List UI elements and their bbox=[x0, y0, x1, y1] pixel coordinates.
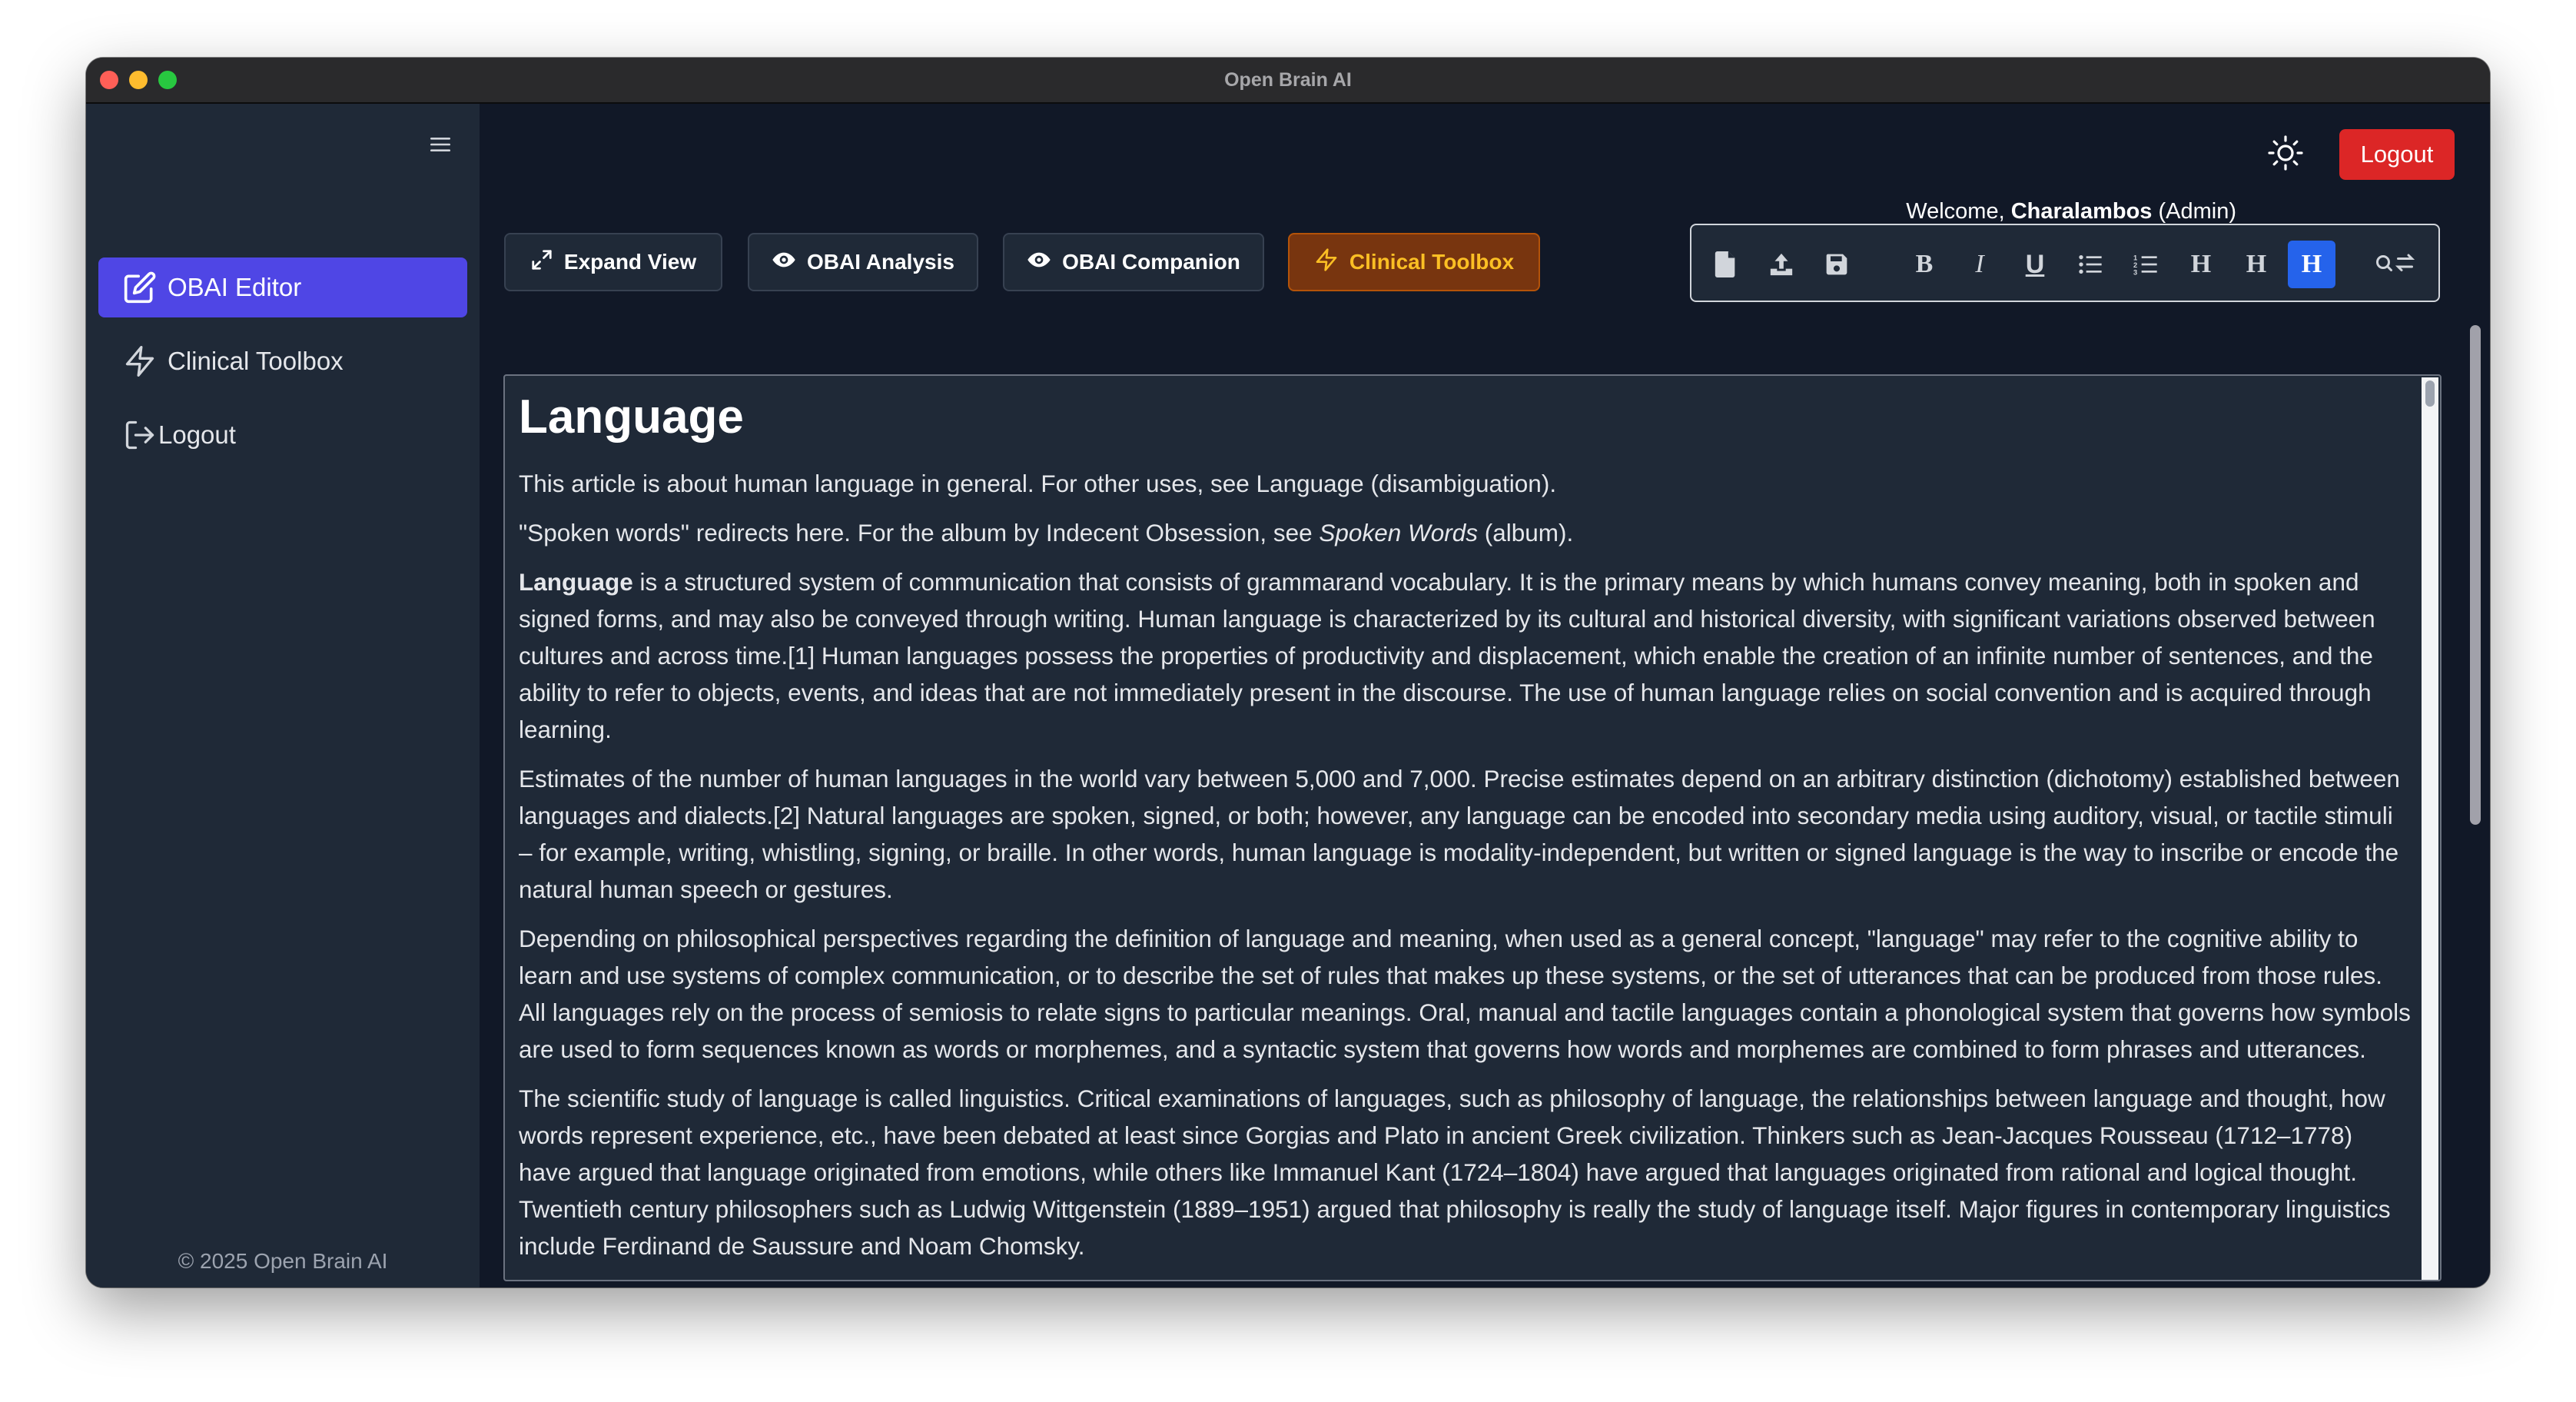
italic-icon[interactable]: I bbox=[1956, 241, 2003, 288]
paragraph: Depending on philosophical perspectives … bbox=[519, 925, 2411, 1063]
user-role: (Admin) bbox=[2152, 199, 2236, 224]
page-scrollbar-thumb[interactable] bbox=[2470, 325, 2481, 825]
app-window: Open Brain AI OBAI Editor Clinical Toolb… bbox=[86, 58, 2490, 1287]
edit-icon bbox=[121, 269, 158, 306]
heading-1-icon[interactable]: H bbox=[2177, 241, 2225, 288]
bullet-list-icon[interactable] bbox=[2066, 241, 2114, 288]
new-document-icon[interactable] bbox=[1702, 241, 1750, 288]
underline-icon[interactable]: U bbox=[2011, 241, 2059, 288]
eye-icon bbox=[772, 248, 796, 277]
heading-2-icon[interactable]: H bbox=[2232, 241, 2280, 288]
menu-toggle-icon[interactable] bbox=[429, 133, 452, 156]
paragraph: Language is a structured system of commu… bbox=[519, 563, 2411, 748]
logout-icon bbox=[121, 417, 158, 453]
title-bar: Open Brain AI bbox=[86, 58, 2490, 104]
expand-view-label: Expand View bbox=[563, 250, 697, 274]
clinical-toolbox-label: Clinical Toolbox bbox=[1349, 250, 1515, 274]
welcome-message: Welcome, Charalambos (Admin) bbox=[1906, 199, 2236, 224]
document-title: Language bbox=[519, 390, 744, 444]
bold-icon[interactable]: B bbox=[1900, 241, 1948, 288]
sidebar: OBAI Editor Clinical Toolbox Logout © 20… bbox=[86, 104, 480, 1287]
obai-companion-label: OBAI Companion bbox=[1062, 250, 1240, 274]
formatting-toolbar: B I U 123 H H H bbox=[1690, 224, 2440, 302]
user-name: Charalambos bbox=[2010, 199, 2153, 224]
expand-icon bbox=[530, 248, 553, 277]
paragraph-text: (album). bbox=[1478, 519, 1574, 547]
heading-3-icon[interactable]: H bbox=[2288, 241, 2335, 288]
obai-analysis-label: OBAI Analysis bbox=[807, 250, 954, 274]
upload-icon[interactable] bbox=[1758, 241, 1805, 288]
svg-text:3: 3 bbox=[2133, 268, 2137, 276]
lightning-icon bbox=[121, 343, 158, 380]
find-replace-icon[interactable] bbox=[2368, 241, 2422, 288]
window-title: Open Brain AI bbox=[1224, 69, 1352, 91]
paragraph: The scientific study of language is call… bbox=[519, 1085, 2391, 1260]
paragraph-text: is a structured system of communication … bbox=[519, 568, 2375, 743]
page-scrollbar[interactable] bbox=[2468, 325, 2482, 1241]
paragraph: This article is about human language in … bbox=[519, 470, 1557, 497]
expand-view-button[interactable]: Expand View bbox=[504, 233, 722, 291]
obai-companion-button[interactable]: OBAI Companion bbox=[1003, 233, 1264, 291]
theme-toggle-sun-icon[interactable] bbox=[2267, 135, 2304, 171]
paragraph: "Spoken words" redirects here. For the a… bbox=[519, 514, 2411, 551]
sidebar-item-clinical-toolbox[interactable]: Clinical Toolbox bbox=[98, 331, 467, 391]
welcome-prefix: Welcome, bbox=[1906, 199, 2011, 224]
document-editor[interactable]: Language This article is about human lan… bbox=[503, 374, 2442, 1281]
clinical-toolbox-button[interactable]: Clinical Toolbox bbox=[1288, 233, 1540, 291]
album-title: Spoken Words bbox=[1319, 519, 1479, 547]
editor-scrollbar[interactable] bbox=[2422, 377, 2438, 1280]
paragraph: Estimates of the number of human languag… bbox=[519, 765, 2400, 903]
lightning-icon bbox=[1314, 248, 1339, 277]
logout-button[interactable]: Logout bbox=[2339, 129, 2455, 180]
copyright-footer: © 2025 Open Brain AI bbox=[178, 1249, 388, 1273]
sidebar-item-logout[interactable]: Logout bbox=[98, 405, 467, 465]
paragraph-text: "Spoken words" redirects here. For the a… bbox=[519, 519, 1320, 547]
sidebar-item-label: Clinical Toolbox bbox=[168, 347, 344, 375]
sidebar-item-obai-editor[interactable]: OBAI Editor bbox=[98, 257, 467, 317]
editor-scrollbar-thumb[interactable] bbox=[2425, 380, 2435, 407]
eye-icon bbox=[1027, 248, 1051, 277]
numbered-list-icon[interactable]: 123 bbox=[2122, 241, 2169, 288]
sidebar-item-label: Logout bbox=[158, 420, 236, 449]
save-icon[interactable] bbox=[1813, 241, 1861, 288]
sidebar-item-label: OBAI Editor bbox=[168, 273, 302, 301]
obai-analysis-button[interactable]: OBAI Analysis bbox=[748, 233, 978, 291]
bold-term: Language bbox=[519, 568, 633, 596]
document-content: Language This article is about human lan… bbox=[519, 384, 2411, 1277]
